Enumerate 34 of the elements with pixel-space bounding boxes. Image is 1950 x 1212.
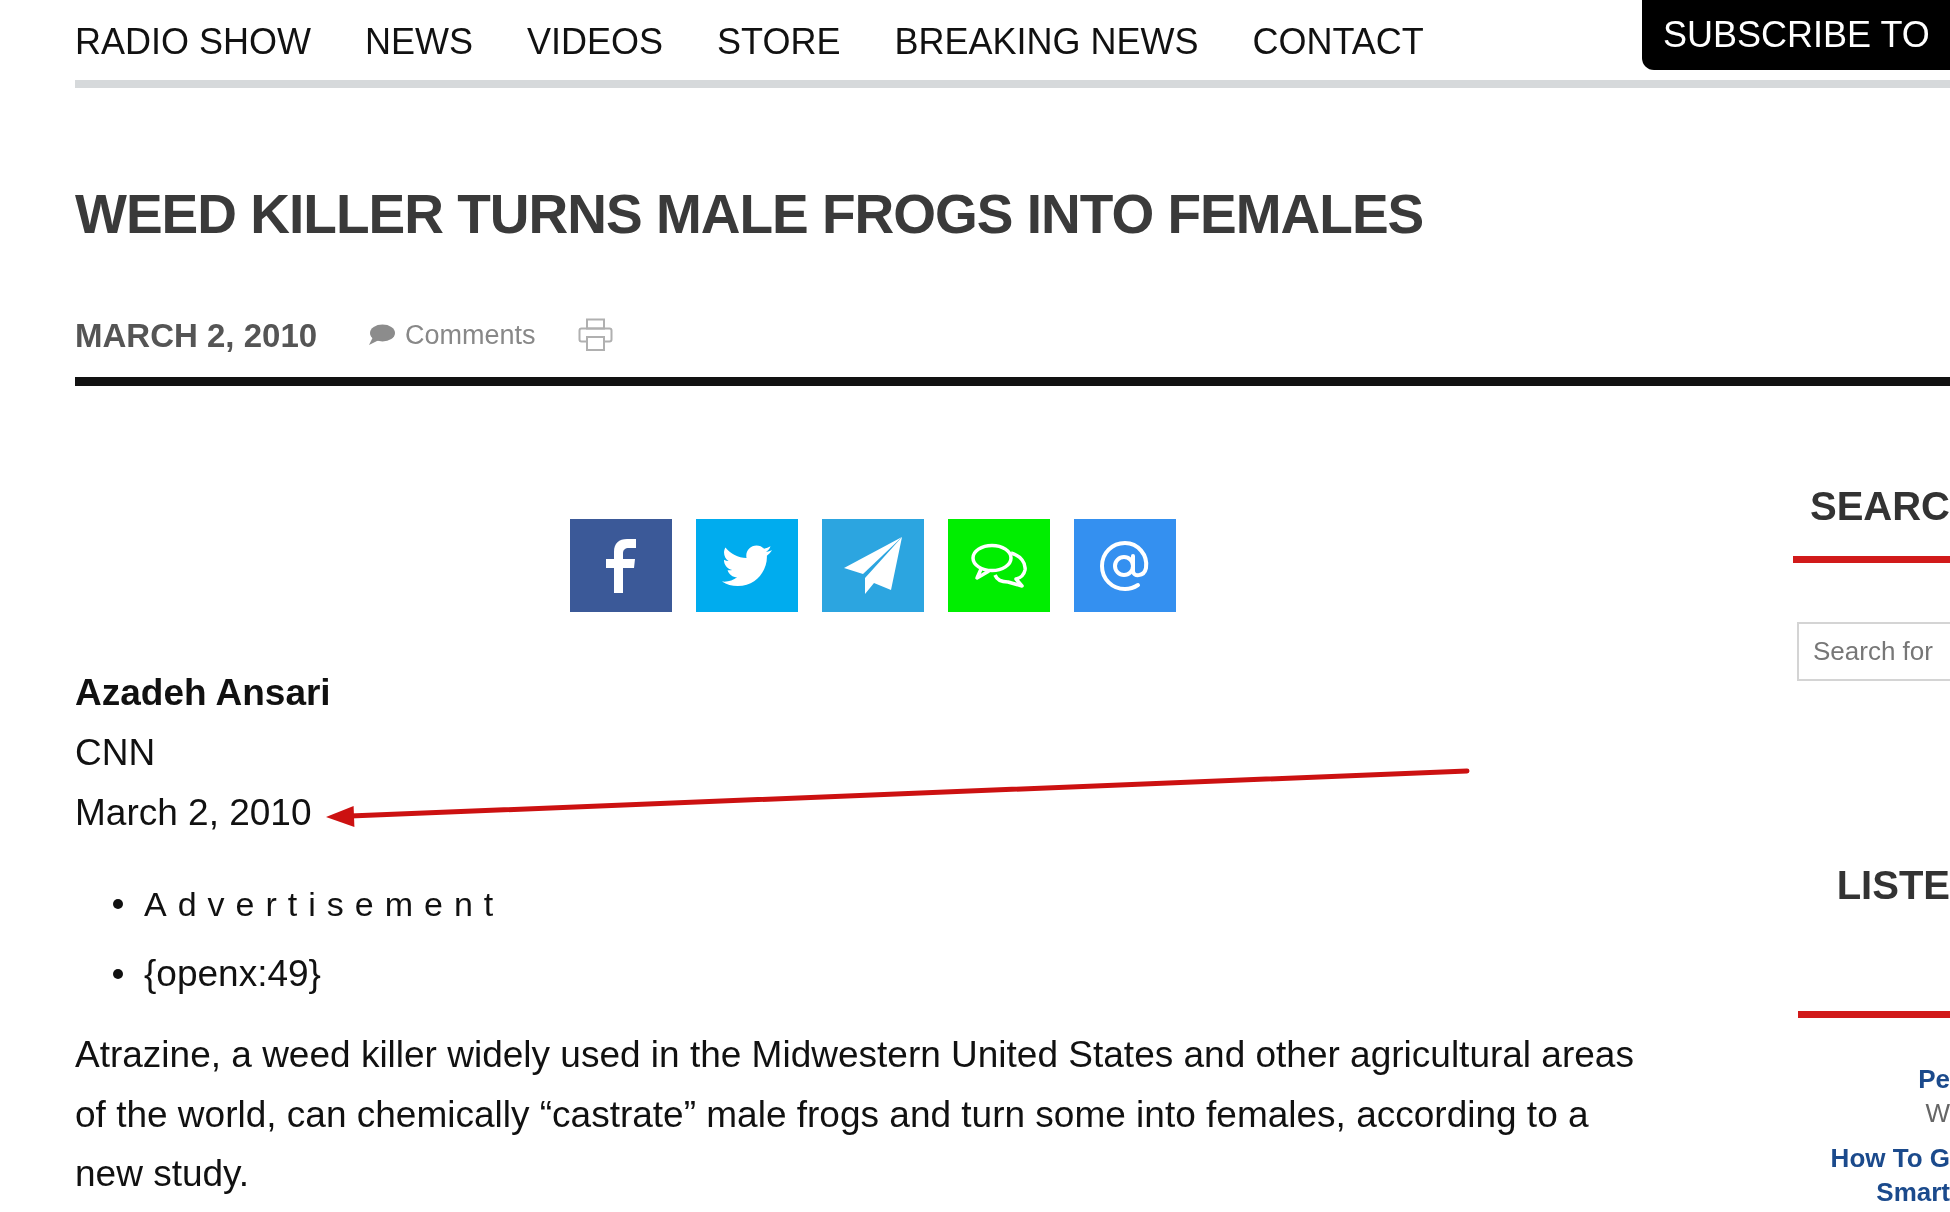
promo-link[interactable]: Pe: [1793, 1062, 1950, 1096]
section-heading: LISTE: [1835, 863, 1950, 907]
promo-link[interactable]: Smart: [1793, 1175, 1950, 1209]
article-paragraph: Atrazine, a weed killer widely used in the Midwestern United States and other agricultural areas of the world, can chemically “castrate” male frogs and turn some into females, according to a new study.: [75, 1033, 1635, 1196]
printer-icon[interactable]: [577, 318, 613, 352]
article-date: MARCH 2, 2010: [75, 318, 318, 352]
source-name: CNN: [75, 731, 156, 775]
bullet-icon: [113, 969, 123, 979]
at-sign-icon: [1100, 540, 1150, 591]
f-letter-icon: [606, 538, 636, 593]
nav-link[interactable]: BREAKING NEWS: [894, 24, 1199, 60]
share-button[interactable]: [570, 519, 672, 612]
nav-link[interactable]: VIDEOS: [527, 24, 664, 60]
publish-date: March 2, 2010: [75, 791, 312, 835]
promo-link[interactable]: How To G: [1793, 1141, 1950, 1175]
share-button[interactable]: [1074, 519, 1176, 612]
nav-link[interactable]: NEWS: [365, 24, 473, 60]
article-title: WEED KILLER TURNS MALE FROGS INTO FEMALES: [75, 183, 1424, 245]
bullet-icon: [113, 899, 123, 909]
comments-link[interactable]: Comments: [405, 321, 536, 349]
speech-bubble-icon: [367, 324, 396, 346]
paper-plane-icon: [844, 537, 902, 594]
speech-bubbles-icon: [970, 542, 1028, 589]
list-item-text: {openx:49}: [144, 952, 321, 996]
nav-link[interactable]: RADIO SHOW: [75, 24, 311, 60]
promo-text: W: [1924, 1097, 1950, 1130]
subscribe-button[interactable]: SUBSCRIBE TO: [1642, 0, 1950, 70]
nav-link[interactable]: CONTACT: [1252, 24, 1424, 60]
author-name: Azadeh Ansari: [75, 671, 331, 715]
list-item-text: Advertisement: [144, 884, 505, 925]
bird-icon: [722, 544, 772, 587]
nav-link[interactable]: STORE: [717, 24, 841, 60]
section-heading: SEARC: [1808, 484, 1950, 528]
search-field[interactable]: Search for: [1797, 622, 1950, 681]
